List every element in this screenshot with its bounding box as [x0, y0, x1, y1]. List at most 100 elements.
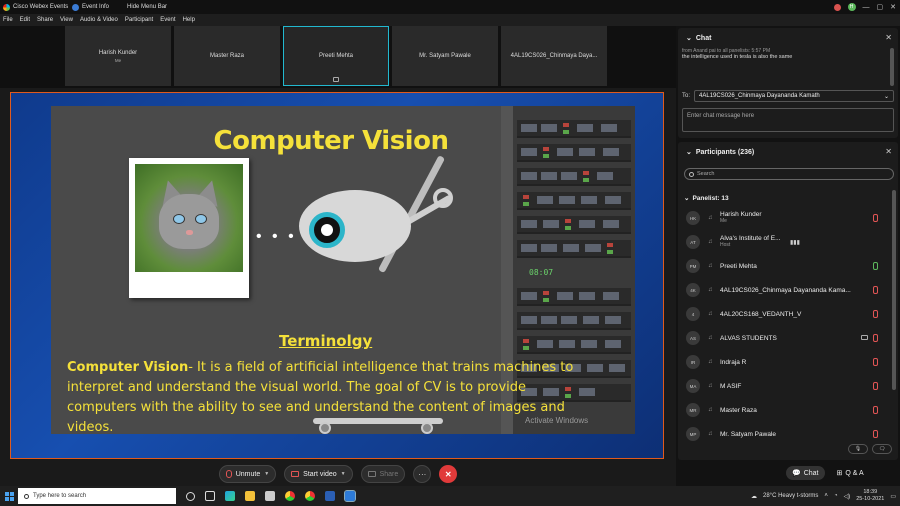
unmute-all-button[interactable]: 🗨	[872, 444, 892, 454]
webex-taskbar-icon[interactable]	[344, 490, 356, 502]
unmute-button[interactable]: Unmute ▼	[218, 465, 277, 483]
windows-taskbar: Type here to search ☁ 28°C Heavy t-storm…	[0, 486, 900, 506]
taskbar-clock[interactable]: 18:39 25-10-2021	[856, 489, 884, 503]
share-button[interactable]: Share	[360, 465, 406, 483]
camera-joint	[433, 188, 453, 208]
chevron-down-icon: ⌄	[883, 93, 889, 100]
participants-scrollbar[interactable]	[892, 190, 896, 390]
chat-tab[interactable]: 💬 Chat	[786, 466, 825, 480]
participant-row[interactable]: HK ♫ Harish Kunder Me	[684, 206, 890, 230]
participants-panel: ⌄ Participants (236) ✕ Search ⌄ Panelist…	[678, 142, 898, 460]
video-tile[interactable]: Master Raza	[174, 26, 280, 86]
mic-muted-icon[interactable]	[873, 382, 878, 390]
weather-icon: ☁	[751, 493, 757, 500]
participant-row[interactable]: MR ♫ Master Raza	[684, 398, 890, 422]
event-info-button[interactable]: Event Info	[72, 3, 109, 11]
menu-view[interactable]: View	[60, 17, 73, 23]
mic-muted-icon[interactable]	[873, 310, 878, 318]
store-icon[interactable]	[265, 491, 275, 501]
mic-muted-icon[interactable]	[873, 430, 878, 438]
app-title: Cisco Webex Events	[0, 3, 72, 11]
chat-message-text: the intelligence used in tesla is also t…	[682, 54, 793, 60]
task-view-icon[interactable]	[205, 491, 215, 501]
chat-recipient-select[interactable]: 4AL19CS026_Chinmaya Dayananda Kamath ⌄	[694, 90, 894, 102]
chat-scrollbar[interactable]	[890, 48, 894, 86]
edge-icon[interactable]	[225, 491, 235, 501]
headset-icon: ♫	[708, 239, 713, 245]
notifications-icon[interactable]: ▭	[890, 493, 896, 500]
video-tile[interactable]: Mr. Satyam Pawale	[392, 26, 498, 86]
headset-icon: ♫	[708, 431, 713, 437]
menu-event[interactable]: Event	[160, 17, 175, 23]
start-video-button[interactable]: Start video ▼	[284, 465, 353, 483]
menu-audio-video[interactable]: Audio & Video	[80, 17, 118, 23]
more-options-button[interactable]: ···	[413, 465, 432, 483]
chrome-icon[interactable]	[285, 491, 295, 501]
mic-muted-icon[interactable]	[873, 214, 878, 222]
avatar: MP	[686, 427, 700, 441]
video-tile[interactable]: 4AL19CS026_Chinmaya Daya...	[501, 26, 607, 86]
participant-row[interactable]: PM ♫ Preeti Mehta	[684, 254, 890, 278]
chat-message-input[interactable]: Enter chat message here	[682, 108, 894, 132]
qa-icon: ⊞	[836, 470, 843, 477]
chevron-down-icon[interactable]: ⌄	[686, 148, 692, 156]
chevron-down-icon[interactable]: ⌄	[686, 34, 692, 42]
chevron-down-icon[interactable]: ▼	[264, 471, 269, 477]
to-label: To:	[682, 93, 691, 99]
participants-title: Participants (236)	[695, 148, 755, 156]
mic-muted-icon[interactable]	[873, 406, 878, 414]
panelist-group-header[interactable]: ⌄ Panelist: 13	[684, 194, 729, 203]
participant-row[interactable]: 4 ♫ 4AL20CS168_VEDANTH_V	[684, 302, 890, 326]
mic-muted-icon[interactable]	[873, 286, 878, 294]
hide-menu-bar-button[interactable]: Hide Menu Bar	[127, 4, 167, 10]
close-chat-button[interactable]: ✕	[885, 33, 892, 42]
close-participants-button[interactable]: ✕	[885, 147, 892, 156]
weather-text[interactable]: 28°C Heavy t-storms	[763, 493, 818, 499]
taskbar-search-input[interactable]: Type here to search	[18, 488, 176, 504]
notification-icon[interactable]	[833, 3, 841, 11]
leave-meeting-button[interactable]: ✕	[439, 465, 458, 483]
windows-logo-icon	[4, 491, 14, 501]
participant-row[interactable]: 4K ♫ 4AL19CS026_Chinmaya Dayananda Kama.…	[684, 278, 890, 302]
minimize-button[interactable]: —	[863, 4, 870, 11]
tray-chevron-icon[interactable]: ˄	[824, 493, 828, 499]
chrome-icon[interactable]	[305, 491, 315, 501]
menu-edit[interactable]: Edit	[20, 17, 30, 23]
chevron-down-icon[interactable]: ▼	[341, 471, 346, 477]
headset-icon: ♫	[708, 215, 713, 221]
participant-row[interactable]: IR ♫ Indraja R	[684, 350, 890, 374]
participant-row[interactable]: MP ♫ Mr. Satyam Pawale	[684, 422, 890, 446]
avatar: AT	[686, 235, 700, 249]
panel-tabs: 💬 Chat ⊞ Q & A	[786, 466, 870, 480]
title-bar: Cisco Webex Events Event Info Hide Menu …	[0, 0, 900, 14]
video-tile[interactable]: Harish Kunder Me	[65, 26, 171, 86]
participant-row[interactable]: AT ♫ Alva's Institute of E... Host ▮▮▮	[684, 230, 890, 254]
menu-file[interactable]: File	[3, 17, 13, 23]
maximize-button[interactable]: ▢	[877, 3, 884, 11]
avatar: IR	[686, 355, 700, 369]
close-window-button[interactable]: ✕	[890, 3, 896, 11]
menu-help[interactable]: Help	[183, 17, 195, 23]
qa-tab[interactable]: ⊞ Q & A	[831, 466, 870, 480]
menu-share[interactable]: Share	[37, 17, 53, 23]
user-avatar[interactable]: H	[847, 3, 856, 11]
menu-bar: File Edit Share View Audio & Video Parti…	[0, 14, 900, 26]
network-icon[interactable]: ◔	[834, 493, 838, 499]
mute-all-button[interactable]: 🎙	[848, 444, 868, 454]
mic-muted-icon[interactable]	[873, 334, 878, 342]
participant-search-input[interactable]: Search	[684, 168, 894, 180]
cortana-icon[interactable]	[186, 491, 195, 501]
avatar: MA	[686, 379, 700, 393]
participant-row[interactable]: MA ♫ M ASIF	[684, 374, 890, 398]
mic-muted-icon[interactable]	[873, 358, 878, 366]
mic-on-icon[interactable]	[873, 262, 878, 270]
file-explorer-icon[interactable]	[245, 491, 255, 501]
video-tile-active-speaker[interactable]: Preeti Mehta	[283, 26, 389, 86]
volume-icon[interactable]: ◁)	[844, 493, 851, 500]
word-icon[interactable]	[325, 491, 335, 501]
start-button[interactable]	[0, 491, 18, 501]
webex-logo-icon	[3, 3, 10, 11]
avatar: MR	[686, 403, 700, 417]
menu-participant[interactable]: Participant	[125, 17, 153, 23]
participant-row[interactable]: AS ♫ ALVAS STUDENTS	[684, 326, 890, 350]
